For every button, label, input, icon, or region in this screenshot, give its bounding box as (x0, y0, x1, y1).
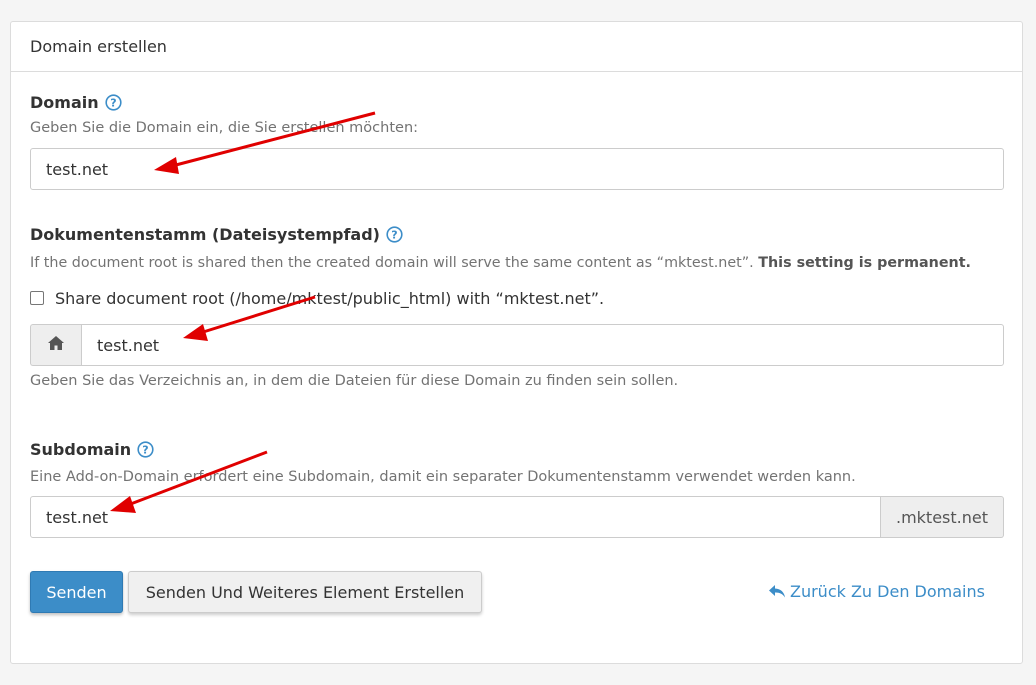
back-to-domains-link[interactable]: Zurück Zu Den Domains (768, 580, 985, 602)
share-docroot-label[interactable]: Share document root (/home/mktest/public… (55, 289, 604, 308)
docroot-label: Dokumentenstamm (Dateisystempfad) ? (30, 223, 403, 245)
domain-label: Domain ? (30, 91, 122, 113)
svg-text:?: ? (110, 96, 116, 109)
panel-heading: Domain erstellen (11, 22, 1022, 72)
docroot-input-group: test.net (30, 324, 1004, 366)
share-docroot-checkbox[interactable] (30, 291, 44, 305)
subdomain-label-text: Subdomain (30, 439, 132, 459)
docroot-input[interactable]: test.net (81, 324, 1004, 366)
subdomain-label: Subdomain ? (30, 438, 154, 460)
back-to-domains-label[interactable]: Zurück Zu Den Domains (790, 582, 985, 601)
docroot-addon (30, 324, 81, 366)
domain-label-text: Domain (30, 92, 99, 112)
subdomain-input[interactable]: test.net (30, 496, 881, 538)
domain-input[interactable]: test.net (30, 148, 1004, 190)
help-icon[interactable]: ? (105, 93, 122, 111)
docroot-help-text: Geben Sie das Verzeichnis an, in dem die… (30, 373, 679, 389)
subdomain-input-group: test.net .mktest.net (30, 496, 1004, 538)
docroot-label-text: Dokumentenstamm (Dateisystempfad) (30, 224, 380, 244)
home-icon (47, 335, 65, 355)
docroot-info-strong: This setting is permanent. (758, 255, 971, 271)
subdomain-input-value: test.net (46, 507, 109, 527)
subdomain-suffix: .mktest.net (881, 496, 1004, 538)
panel-title: Domain erstellen (30, 37, 167, 56)
docroot-info-text: If the document root is shared then the … (30, 255, 971, 271)
share-docroot-row: Share document root (/home/mktest/public… (30, 287, 604, 309)
submit-and-create-another-button[interactable]: Senden Und Weiteres Element Erstellen (128, 571, 482, 613)
help-icon[interactable]: ? (386, 225, 403, 243)
svg-text:?: ? (391, 228, 397, 241)
domain-help-text: Geben Sie die Domain ein, die Sie erstel… (30, 120, 419, 136)
docroot-info: If the document root is shared then the … (30, 255, 754, 271)
docroot-input-value: test.net (97, 335, 160, 355)
reply-arrow-icon (768, 583, 786, 599)
svg-text:?: ? (142, 443, 148, 456)
submit-button[interactable]: Senden (30, 571, 123, 613)
domain-input-value: test.net (46, 159, 109, 179)
help-icon[interactable]: ? (137, 440, 154, 458)
subdomain-help-text: Eine Add-on-Domain erfordert eine Subdom… (30, 469, 856, 485)
